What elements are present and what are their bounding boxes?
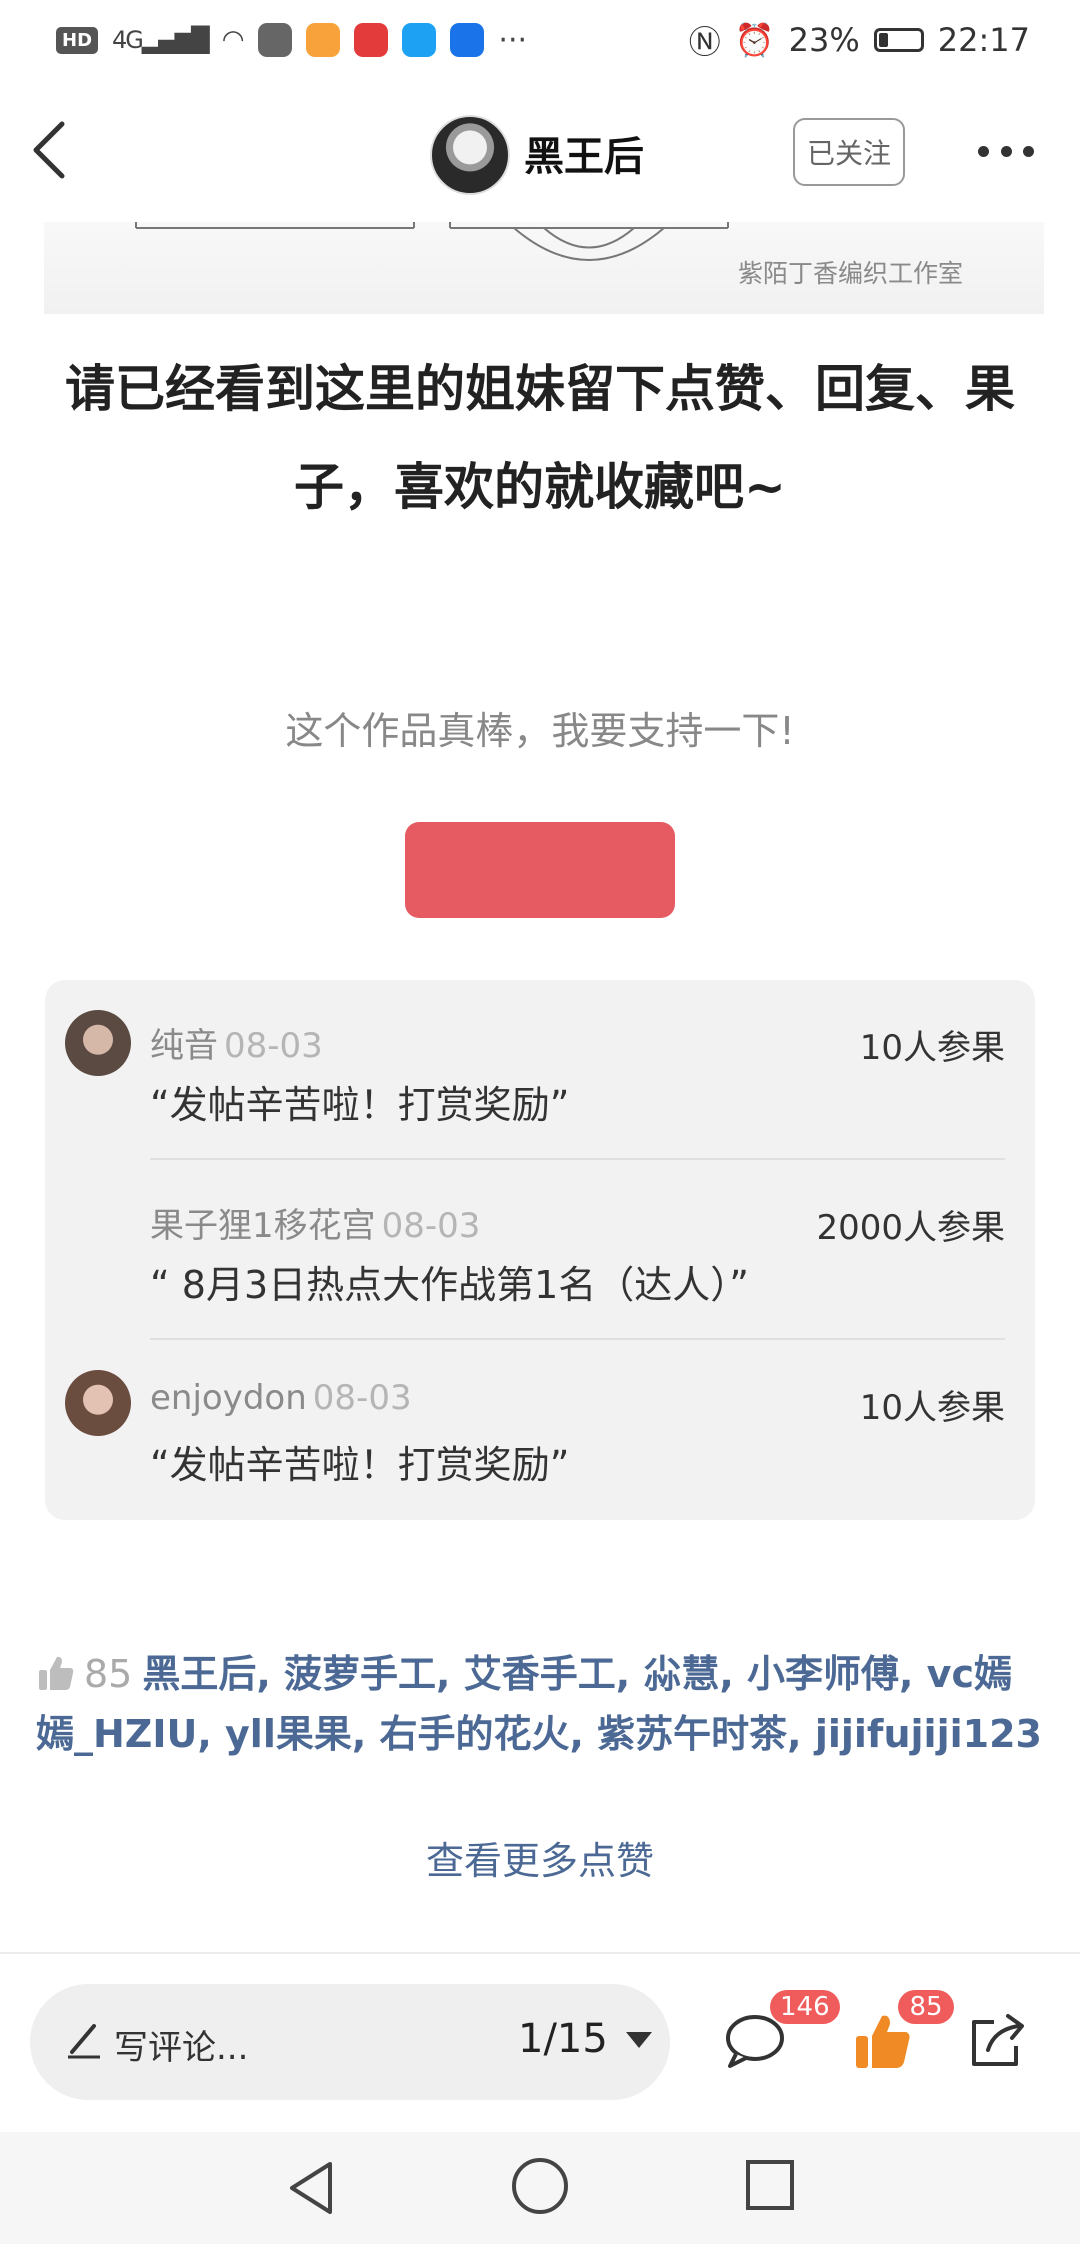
battery-percent: 23%: [788, 21, 860, 59]
clock: 22:17: [937, 21, 1030, 59]
reward-message: “ 8月3日热点大作战第1名（达人）”: [150, 1263, 749, 1307]
reward-message: “发帖辛苦啦！打赏奖励”: [150, 1443, 570, 1487]
app-video-icon: [306, 23, 341, 57]
reward-user[interactable]: 纯音 08-03: [150, 1018, 323, 1067]
view-more-likes-link[interactable]: 查看更多点赞: [0, 1830, 1080, 1885]
avatar[interactable]: [65, 1370, 131, 1436]
status-left: HD 4G▂▄▆█ ◠ ···: [56, 18, 527, 62]
reward-user-name[interactable]: 果子狸1移花宫: [150, 1206, 376, 1246]
image-watermark: 紫陌丁香编织工作室: [738, 259, 964, 288]
divider: [150, 1158, 1005, 1160]
page-indicator[interactable]: 1/15: [518, 2016, 608, 2062]
pencil-icon: [68, 2024, 100, 2059]
comment-placeholder[interactable]: 写评论...: [114, 2020, 248, 2069]
wifi-icon: ◠: [221, 25, 245, 55]
reward-message: “发帖辛苦啦！打赏奖励”: [150, 1083, 570, 1127]
network-type: 4G: [112, 26, 144, 54]
status-right: Ⓝ ⏰ 23% 22:17: [689, 18, 1030, 62]
likes-count: 85: [84, 1652, 133, 1696]
reward-button[interactable]: [405, 822, 675, 918]
nav-recents-icon[interactable]: [746, 2160, 794, 2210]
reward-user[interactable]: 果子狸1移花宫 08-03: [150, 1198, 480, 1247]
comment-count-badge: 146: [770, 1990, 840, 2024]
share-icon[interactable]: [968, 2012, 1030, 2070]
article-closing-text: 请已经看到这里的姐妹留下点赞、回复、果子，喜欢的就收藏吧~: [65, 360, 1015, 516]
reward-user[interactable]: enjoydon 08-03: [150, 1378, 412, 1418]
like-count-badge: 85: [898, 1990, 954, 2024]
likes-list: 85 黑王后, 菠萝手工, 艾香手工, 尛慧, 小李师傅, vc嫣嫣_HZIU, …: [36, 1644, 1046, 1764]
app-search-icon: [402, 23, 437, 57]
status-bar: HD 4G▂▄▆█ ◠ ··· Ⓝ ⏰ 23% 22:17: [0, 0, 1080, 80]
app-news-icon: [354, 23, 389, 57]
battery-icon: [873, 28, 924, 52]
reward-date: 08-03: [381, 1206, 481, 1246]
thumbs-up-icon: [39, 1656, 74, 1690]
divider: [150, 1338, 1005, 1340]
reward-date: 08-03: [224, 1026, 323, 1066]
author-avatar[interactable]: [430, 115, 510, 195]
nav-back-icon[interactable]: [282, 2158, 342, 2218]
app-bulb-icon: [450, 23, 485, 57]
liker-names[interactable]: 黑王后, 菠萝手工, 艾香手工, 尛慧, 小李师傅, vc嫣嫣_HZIU, yl…: [36, 1652, 1042, 1756]
reward-date: 08-03: [312, 1378, 412, 1418]
reward-amount: 2000人参果: [816, 1208, 1005, 1248]
more-notifications: ···: [498, 22, 528, 58]
alarm-icon: ⏰: [734, 21, 775, 59]
more-options-icon[interactable]: [978, 138, 1034, 164]
reward-amount: 10人参果: [859, 1388, 1005, 1428]
nav-home-icon[interactable]: [512, 2158, 568, 2214]
battery-level: [878, 33, 888, 47]
nfc-icon: Ⓝ: [688, 23, 721, 61]
signal-indicator: 4G▂▄▆█: [112, 26, 210, 54]
app-hand-icon: [258, 23, 293, 57]
back-icon[interactable]: [30, 120, 70, 180]
avatar[interactable]: [65, 1010, 131, 1076]
support-prompt: 这个作品真棒，我要支持一下!: [285, 709, 795, 753]
reward-amount: 10人参果: [859, 1028, 1005, 1068]
author-name[interactable]: 黑王后: [524, 124, 644, 182]
hd-indicator: HD: [56, 26, 99, 54]
page-dropdown-icon[interactable]: [626, 2032, 652, 2048]
reward-user-name[interactable]: enjoydon: [150, 1378, 307, 1418]
reward-user-name[interactable]: 纯音: [150, 1026, 218, 1066]
follow-button[interactable]: 已关注: [793, 118, 905, 186]
